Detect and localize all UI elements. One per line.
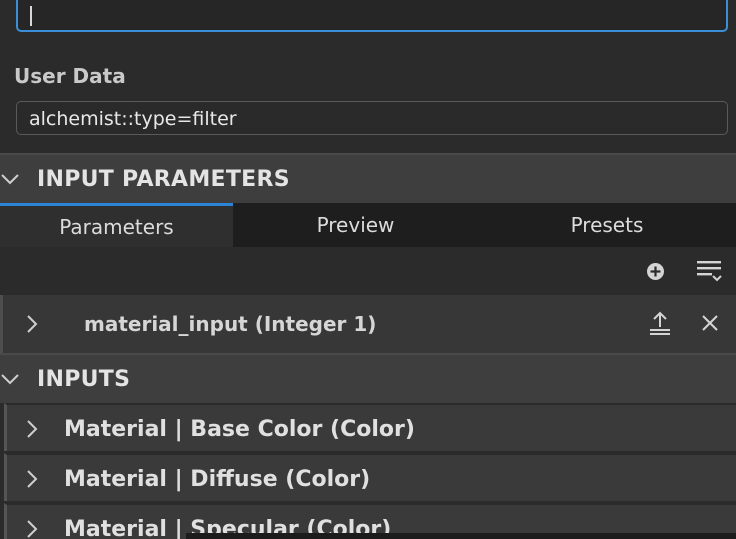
parameter-row[interactable]: material_input (Integer 1): [0, 295, 736, 353]
export-icon[interactable]: [649, 310, 671, 336]
properties-panel: User Data alchemist::type=filter INPUT P…: [0, 0, 736, 539]
input-label: Material | Base Color (Color): [64, 417, 415, 442]
text-caret: [30, 6, 32, 26]
parameters-toolbar: [0, 247, 736, 295]
tab-presets[interactable]: Presets: [478, 203, 736, 247]
chevron-down-icon: [1, 374, 19, 385]
text-input-focused[interactable]: [16, 0, 728, 32]
list-options-icon[interactable]: [696, 259, 722, 285]
input-row[interactable]: Material | Diffuse (Color): [4, 453, 736, 501]
close-icon[interactable]: [701, 314, 719, 332]
tab-preview[interactable]: Preview: [233, 203, 478, 247]
add-circle-icon[interactable]: [646, 262, 665, 281]
overlay-strip: [186, 533, 736, 539]
parameter-label: material_input (Integer 1): [84, 312, 377, 336]
user-data-field[interactable]: alchemist::type=filter: [16, 101, 728, 135]
input-parameters-header[interactable]: INPUT PARAMETERS: [0, 153, 736, 203]
parameter-tabs: Parameters Preview Presets: [0, 203, 736, 247]
chevron-right-icon[interactable]: [25, 519, 39, 539]
chevron-right-icon[interactable]: [25, 419, 39, 439]
input-label: Material | Diffuse (Color): [64, 467, 371, 492]
input-row[interactable]: Material | Base Color (Color): [4, 403, 736, 451]
inputs-header[interactable]: INPUTS: [0, 353, 736, 403]
input-parameters-title: INPUT PARAMETERS: [37, 167, 290, 192]
tab-parameters[interactable]: Parameters: [0, 203, 233, 247]
chevron-right-icon[interactable]: [25, 469, 39, 489]
chevron-right-icon[interactable]: [25, 314, 39, 334]
user-data-label: User Data: [14, 64, 126, 88]
inputs-title: INPUTS: [37, 367, 131, 392]
chevron-down-icon: [1, 174, 19, 185]
